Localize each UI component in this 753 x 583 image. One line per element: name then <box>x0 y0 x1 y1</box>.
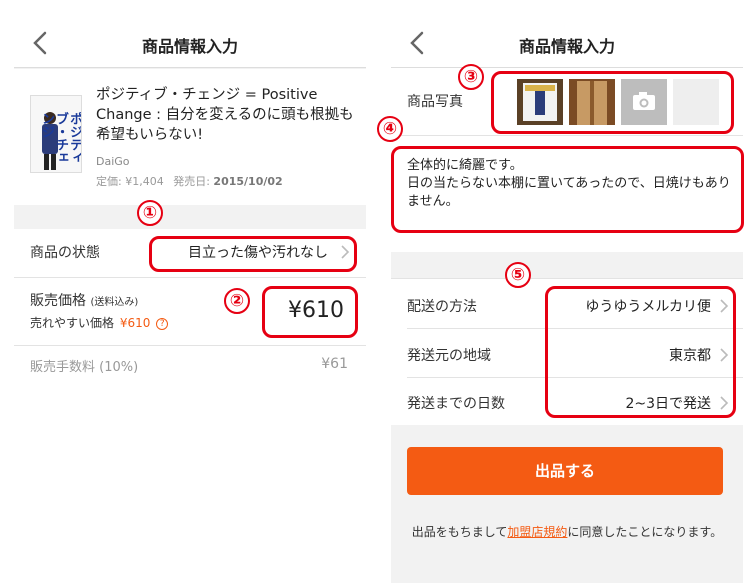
suggested-price-group: 売れやすい価格 ¥610 ? <box>30 314 169 331</box>
nav-bar: 商品情報入力 <box>391 20 743 68</box>
annotation-1: ① <box>137 200 163 226</box>
annotation-box-5 <box>545 286 736 418</box>
price-label-group: 販売価格 (送料込み) <box>30 290 138 310</box>
ship-from-label: 発送元の地域 <box>407 348 491 364</box>
cover-title-text: ポジティブ・チェンジ <box>39 112 82 164</box>
divider <box>14 277 366 278</box>
photos-label: 商品写真 <box>407 94 463 110</box>
annotation-box-4 <box>391 146 744 233</box>
ship-days-label: 発送までの日数 <box>407 396 505 412</box>
book-cover-image: ポジティブ・チェンジ <box>30 95 82 173</box>
release-label: 発売日: <box>173 175 210 188</box>
nav-bar: 商品情報入力 <box>14 20 366 68</box>
price-label: 販売価格 <box>30 293 86 309</box>
shipping-method-label: 配送の方法 <box>407 299 477 315</box>
list-price: 定価: ¥1,404 <box>96 175 164 188</box>
annotation-2: ② <box>224 288 250 314</box>
listing-form-screen-left: 商品情報入力 ポジティブ・チェンジ ポジティブ・チェンジ = Positive … <box>14 20 366 407</box>
product-meta: 定価: ¥1,404 発売日: 2015/10/02 <box>96 173 283 189</box>
terms-notice: 出品をもちまして加盟店規約に同意したことになります。 <box>411 525 723 540</box>
terms-before: 出品をもちまして <box>411 525 508 539</box>
condition-label: 商品の状態 <box>30 245 100 261</box>
suggested-price-label: 売れやすい価格 <box>30 316 115 330</box>
annotation-box-3 <box>491 71 734 134</box>
page-title: 商品情報入力 <box>141 37 238 56</box>
divider <box>14 345 366 346</box>
help-icon[interactable]: ? <box>156 317 169 330</box>
product-title: ポジティブ・チェンジ = Positive Change : 自分を変えるのに頭… <box>96 87 354 143</box>
annotation-5: ⑤ <box>505 262 531 288</box>
terms-after: に同意したことになります。 <box>567 525 723 539</box>
annotation-box-2 <box>262 286 358 338</box>
section-gap <box>391 252 743 278</box>
product-card: ポジティブ・チェンジ ポジティブ・チェンジ = Positive Change … <box>14 69 366 205</box>
annotation-3: ③ <box>458 64 484 90</box>
annotation-4: ④ <box>377 116 403 142</box>
terms-link[interactable]: 加盟店規約 <box>507 525 567 539</box>
page-title: 商品情報入力 <box>518 37 615 56</box>
suggested-price-value: ¥610 <box>119 316 151 330</box>
submit-listing-button[interactable]: 出品する <box>407 447 723 495</box>
fee-label: 販売手数料 (10%) <box>30 360 139 375</box>
product-author: DaiGo <box>96 155 130 168</box>
shipping-included-note: (送料込み) <box>90 297 139 308</box>
annotation-box-1 <box>149 236 357 272</box>
fee-value: ¥61 <box>321 356 348 372</box>
release-date: 2015/10/02 <box>213 175 283 188</box>
